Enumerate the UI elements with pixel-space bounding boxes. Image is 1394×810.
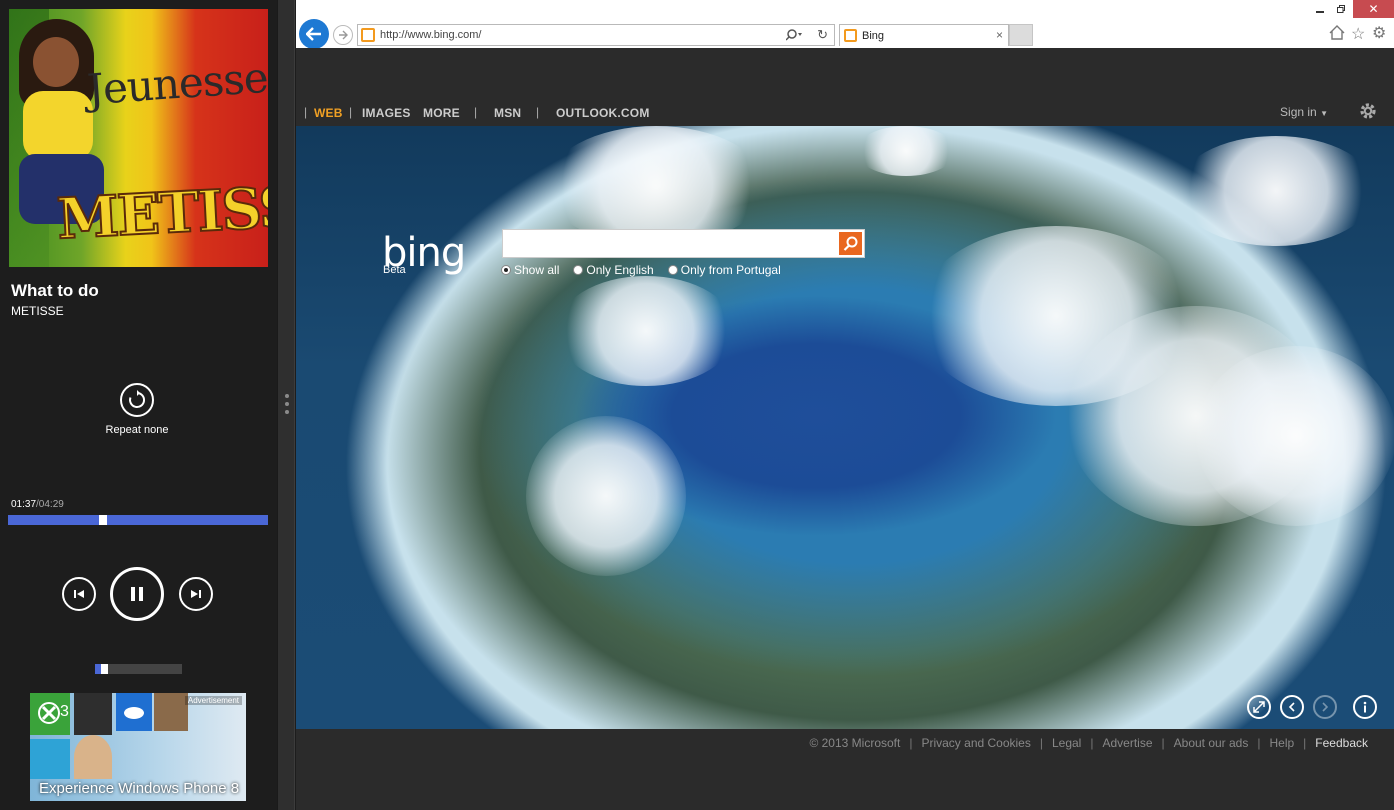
address-url[interactable]: http://www.bing.com/: [380, 29, 482, 41]
time-total: /04:29: [36, 499, 64, 510]
radio-icon: [667, 265, 678, 275]
pause-icon: [131, 587, 143, 601]
repeat-icon: [129, 390, 146, 408]
album-art-word-jeunesse: Jeunesse: [85, 52, 268, 115]
favorites-button[interactable]: ☆: [1351, 24, 1365, 44]
previous-track-button[interactable]: [62, 577, 96, 611]
tab-close-button[interactable]: ×: [996, 28, 1003, 42]
browser-chrome: http://www.bing.com/ ↻ Bing × ✕ ☆ ⚙: [296, 0, 1394, 49]
nav-images[interactable]: IMAGES: [362, 106, 411, 120]
snap-divider[interactable]: [277, 0, 295, 810]
time-readout: 01:37/04:29: [11, 499, 64, 510]
nav-msn[interactable]: MSN: [494, 106, 521, 120]
browser-window: http://www.bing.com/ ↻ Bing × ✕ ☆ ⚙ | WE: [296, 0, 1394, 810]
ad-tag: Advertisement: [184, 696, 242, 705]
pause-button[interactable]: [110, 567, 164, 621]
footer-feedback-link[interactable]: Feedback: [1315, 736, 1368, 750]
expand-icon: [1253, 701, 1265, 713]
forward-arrow-icon: [339, 30, 348, 40]
chevron-right-icon: [1322, 702, 1329, 712]
volume-slider[interactable]: [95, 664, 182, 674]
fullscreen-image-button[interactable]: [1247, 695, 1271, 719]
xbox-logo-icon: [38, 702, 60, 724]
previous-image-button[interactable]: [1280, 695, 1304, 719]
nav-more[interactable]: MORE: [423, 106, 460, 120]
footer-links: © 2013 Microsoft | Privacy and Cookies | Leg…: [809, 736, 1368, 750]
info-icon: [1363, 701, 1367, 713]
tab-bing[interactable]: Bing ×: [839, 24, 1009, 46]
search-button[interactable]: [839, 232, 862, 255]
footer-advertise-link[interactable]: Advertise: [1102, 736, 1152, 750]
track-title: What to do: [11, 281, 99, 300]
forward-button[interactable]: [333, 25, 353, 45]
footer-about-ads-link[interactable]: About our ads: [1174, 736, 1249, 750]
close-window-button[interactable]: ✕: [1353, 0, 1394, 18]
bing-footer: © 2013 Microsoft | Privacy and Cookies | Leg…: [296, 729, 1394, 810]
scope-only-portugal[interactable]: Only from Portugal: [667, 263, 781, 277]
next-image-button[interactable]: [1313, 695, 1337, 719]
album-art: Jeunesse METISSE: [9, 9, 268, 267]
home-icon: [1329, 25, 1345, 40]
gear-icon: [1360, 103, 1376, 119]
next-track-icon: [191, 590, 201, 598]
image-info-button[interactable]: [1353, 695, 1377, 719]
repeat-label: Repeat none: [105, 424, 169, 436]
ad-text: Experience Windows Phone 8: [39, 780, 240, 797]
address-search-button[interactable]: [785, 28, 804, 47]
search-scope: Show all Only English Only from Portugal: [501, 263, 781, 277]
time-elapsed: 01:37: [11, 499, 37, 510]
sign-in-link[interactable]: Sign in ▼: [1280, 105, 1328, 119]
nav-outlook[interactable]: OUTLOOK.COM: [556, 106, 650, 120]
scope-only-english[interactable]: Only English: [573, 263, 654, 277]
search-icon: [785, 29, 802, 41]
next-track-button[interactable]: [179, 577, 213, 611]
footer-help-link[interactable]: Help: [1269, 736, 1294, 750]
nav-web[interactable]: WEB: [314, 106, 343, 120]
new-tab-button[interactable]: [1009, 24, 1033, 46]
volume-thumb[interactable]: [101, 664, 109, 674]
seek-thumb[interactable]: [98, 515, 107, 525]
previous-track-icon: [74, 590, 84, 598]
home-button[interactable]: [1329, 25, 1345, 45]
settings-button[interactable]: [1358, 101, 1378, 126]
back-button[interactable]: [299, 19, 329, 49]
seek-bar[interactable]: [8, 515, 268, 525]
bing-beta-label: Beta: [383, 264, 406, 276]
restore-icon: [1337, 5, 1345, 13]
tab-title: Bing: [862, 30, 885, 42]
footer-copyright: © 2013 Microsoft: [809, 736, 901, 750]
music-app-pane: Jeunesse METISSE What to do METISSE Repe…: [0, 0, 277, 810]
footer-legal-link[interactable]: Legal: [1052, 736, 1081, 750]
search-input[interactable]: [502, 229, 865, 258]
advertisement-banner[interactable]: 3 Advertisement Experience Windows Phone…: [30, 693, 246, 801]
repeat-button[interactable]: [120, 383, 154, 417]
bing-favicon-icon: [844, 29, 857, 42]
footer-privacy-link[interactable]: Privacy and Cookies: [921, 736, 1030, 750]
album-art-word-metisse: METISSE: [54, 171, 268, 254]
radio-selected-icon: [501, 265, 511, 275]
cloud-icon: [124, 707, 144, 719]
bing-page: | WEB | IMAGES MORE | MSN | OUTLOOK.COM …: [296, 48, 1394, 810]
track-artist: METISSE: [11, 304, 64, 318]
back-arrow-icon: [306, 27, 321, 41]
ad-tile-number: 3: [60, 703, 69, 720]
chevron-left-icon: [1288, 702, 1295, 712]
chevron-down-icon: ▼: [1320, 109, 1328, 118]
bing-favicon-icon: [361, 28, 375, 42]
hero-image: bing Beta Show all Only English Only fro…: [296, 126, 1394, 729]
scope-show-all[interactable]: Show all: [501, 263, 559, 277]
tools-button[interactable]: ⚙: [1372, 23, 1386, 43]
minimize-icon: [1316, 11, 1324, 13]
restore-button[interactable]: [1327, 0, 1355, 18]
radio-icon: [573, 265, 584, 275]
address-bar[interactable]: http://www.bing.com/ ↻: [357, 24, 835, 46]
search-icon: [843, 236, 858, 251]
bing-top-nav: | WEB | IMAGES MORE | MSN | OUTLOOK.COM …: [296, 48, 1394, 126]
refresh-icon[interactable]: ↻: [817, 27, 828, 43]
